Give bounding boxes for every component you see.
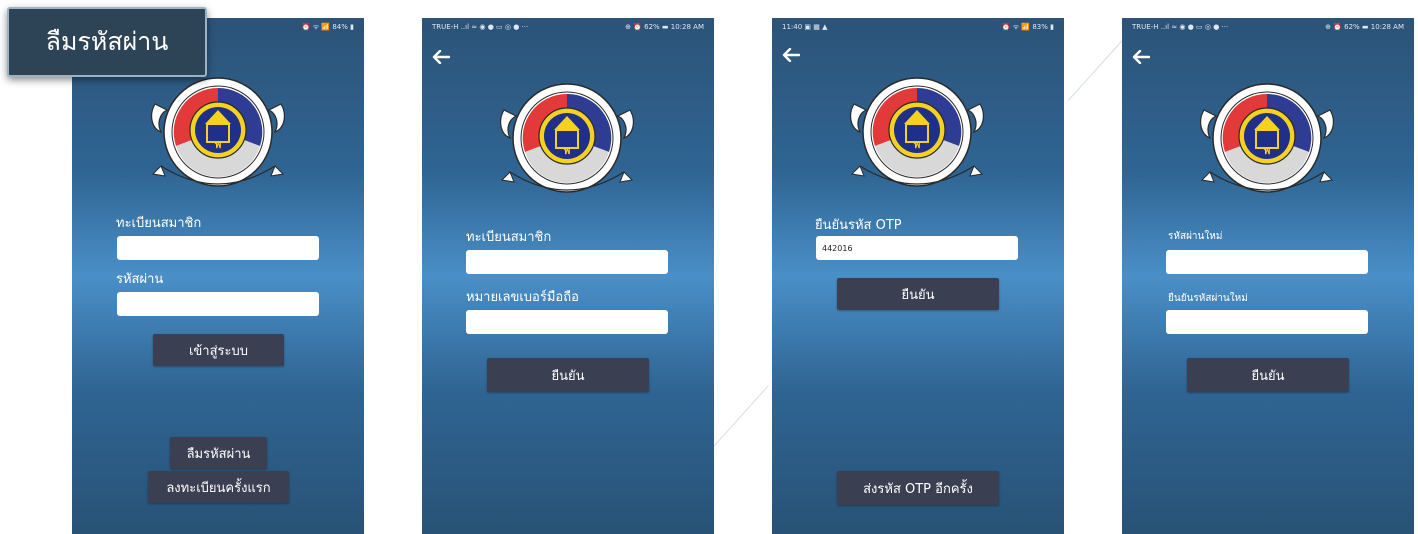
status-bar: TRUE-H ..ıl ≈ ◉ ● ▭ ◎ ● ··· ⊕ ⏰ 62% ▬ 10… [422, 18, 714, 36]
time-status: 11:40 ▣ ▦ ▲ [782, 23, 828, 31]
new-password-screen: TRUE-H ..ıl ≈ ◉ ● ▭ ◎ ● ··· ⊕ ⏰ 62% ▬ 10… [1122, 18, 1414, 534]
status-indicators: ⊕ ⏰ 62% ▬ 10:28 AM [1325, 23, 1404, 31]
confirm-button[interactable]: ยืนยัน [487, 358, 649, 392]
login-button[interactable]: เข้าสู่ระบบ [153, 334, 284, 366]
phone-number-input[interactable] [466, 310, 668, 334]
carrier-status: TRUE-H ..ıl ≈ ◉ ● ▭ ◎ ● ··· [432, 23, 529, 31]
connector-line [708, 385, 769, 453]
connector-line [1068, 40, 1123, 101]
confirm-button[interactable]: ยืนยัน [1187, 358, 1349, 392]
status-bar: TRUE-H ..ıl ≈ ◉ ● ▭ ◎ ● ··· ⊕ ⏰ 62% ▬ 10… [1122, 18, 1414, 36]
cooperative-seal-logo [147, 76, 289, 192]
otp-label: ยืนยันรหัส OTP [815, 218, 902, 233]
otp-verification-screen: 11:40 ▣ ▦ ▲ ⏰ ᯤ 📶 83% ▮ ยืนยันรหัส OTP ย… [772, 18, 1064, 534]
login-screen: ⏰ ᯤ 📶 84% ▮ ทะเบียนสมาชิก รหัสผ่าน เข้าส… [72, 18, 364, 534]
confirm-new-password-label: ยืนยันรหัสผ่านใหม่ [1168, 293, 1248, 304]
register-first-time-button[interactable]: ลงทะเบียนครั้งแรก [148, 471, 289, 503]
status-indicators: ⏰ ᯤ 📶 83% ▮ [1001, 23, 1054, 31]
new-password-label: รหัสผ่านใหม่ [1168, 231, 1223, 242]
cooperative-seal-logo [1196, 82, 1338, 198]
cooperative-seal-logo [496, 82, 638, 198]
section-caption: ลืมรหัสผ่าน [7, 7, 207, 77]
carrier-status: TRUE-H ..ıl ≈ ◉ ● ▭ ◎ ● ··· [1132, 23, 1229, 31]
new-password-input[interactable] [1166, 250, 1368, 274]
confirm-new-password-input[interactable] [1166, 310, 1368, 334]
password-label: รหัสผ่าน [116, 272, 164, 287]
status-bar: 11:40 ▣ ▦ ▲ ⏰ ᯤ 📶 83% ▮ [772, 18, 1064, 36]
otp-input[interactable] [816, 236, 1018, 260]
member-id-label: ทะเบียนสมาชิก [466, 230, 552, 245]
status-indicators: ⏰ ᯤ 📶 84% ▮ [301, 23, 354, 31]
forgot-password-request-screen: TRUE-H ..ıl ≈ ◉ ● ▭ ◎ ● ··· ⊕ ⏰ 62% ▬ 10… [422, 18, 714, 534]
confirm-button[interactable]: ยืนยัน [837, 278, 999, 310]
status-indicators: ⊕ ⏰ 62% ▬ 10:28 AM [625, 23, 704, 31]
member-id-input[interactable] [117, 236, 319, 260]
back-arrow-icon[interactable] [782, 48, 800, 62]
back-arrow-icon[interactable] [432, 50, 450, 64]
member-id-label: ทะเบียนสมาชิก [116, 216, 202, 231]
password-input[interactable] [117, 292, 319, 316]
forgot-password-button[interactable]: ลืมรหัสผ่าน [170, 437, 267, 469]
member-id-input[interactable] [466, 250, 668, 274]
cooperative-seal-logo [846, 76, 988, 192]
resend-otp-button[interactable]: ส่งรหัส OTP อีกครั้ง [837, 471, 999, 505]
back-arrow-icon[interactable] [1132, 50, 1150, 64]
phone-number-label: หมายเลขเบอร์มือถือ [466, 290, 579, 305]
